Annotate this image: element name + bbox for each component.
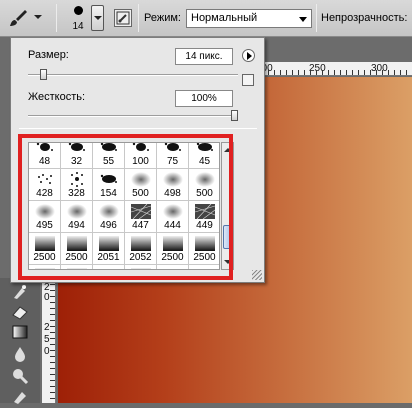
dodge-tool-icon[interactable] bbox=[10, 366, 30, 386]
ruler-label: 0 bbox=[44, 346, 50, 357]
ruler-label: 2 bbox=[44, 322, 50, 333]
gradient-tool-icon[interactable] bbox=[10, 322, 30, 342]
size-label: Размер: bbox=[28, 49, 69, 61]
brush-size-display: 14 bbox=[72, 21, 84, 32]
ruler-label: 5 bbox=[44, 334, 50, 345]
annotation-highlight-box bbox=[18, 134, 233, 280]
hardness-slider[interactable] bbox=[28, 115, 238, 117]
resize-grip[interactable] bbox=[252, 270, 262, 280]
toolbar-separator bbox=[316, 4, 317, 32]
pen-tool-icon[interactable] bbox=[10, 388, 30, 408]
toolbox bbox=[0, 278, 40, 404]
horizontal-ruler: 200 250 300 bbox=[250, 62, 412, 76]
chevron-down-icon bbox=[34, 15, 42, 19]
brush-panel-icon bbox=[116, 11, 130, 25]
toolbar-separator bbox=[138, 4, 139, 32]
brush-preset-picker-panel: Размер: 14 пикс. Жесткость: 100% 48 32 55 1… bbox=[10, 37, 265, 283]
vertical-ruler: 2 0 2 5 0 bbox=[42, 278, 56, 403]
blend-mode-select[interactable]: Нормальный bbox=[186, 9, 312, 28]
eraser-tool-icon[interactable] bbox=[10, 302, 30, 322]
brush-picker-dropdown-button[interactable] bbox=[91, 5, 104, 31]
ruler-label: 0 bbox=[44, 292, 50, 303]
mode-label: Режим: bbox=[144, 12, 181, 24]
new-preset-button[interactable] bbox=[242, 74, 254, 86]
ruler-ticks bbox=[250, 70, 412, 75]
options-bar: 14 Режим: Нормальный Непрозрачность: bbox=[0, 0, 412, 37]
blur-tool-icon[interactable] bbox=[10, 344, 30, 364]
blend-mode-value: Нормальный bbox=[191, 12, 258, 24]
hardness-label: Жесткость: bbox=[28, 91, 86, 103]
hardness-field[interactable]: 100% bbox=[175, 90, 233, 107]
toolbar-separator bbox=[56, 4, 57, 32]
tool-preset-picker[interactable] bbox=[4, 6, 48, 30]
brush-icon bbox=[10, 10, 27, 26]
panel-menu-button[interactable] bbox=[242, 49, 255, 62]
smudge-tool-icon[interactable] bbox=[10, 282, 30, 302]
opacity-label: Непрозрачность: bbox=[321, 12, 408, 24]
toggle-brush-panel-button[interactable] bbox=[114, 9, 132, 27]
size-field[interactable]: 14 пикс. bbox=[175, 48, 233, 65]
size-slider[interactable] bbox=[28, 74, 238, 76]
brush-preset-picker[interactable]: 14 bbox=[64, 3, 110, 34]
hardness-slider-thumb[interactable] bbox=[231, 110, 238, 121]
size-slider-thumb[interactable] bbox=[40, 69, 48, 80]
chevron-down-icon bbox=[299, 17, 307, 22]
ruler-ticks bbox=[50, 278, 55, 403]
brush-tip-icon bbox=[74, 6, 83, 15]
divider bbox=[19, 128, 257, 129]
